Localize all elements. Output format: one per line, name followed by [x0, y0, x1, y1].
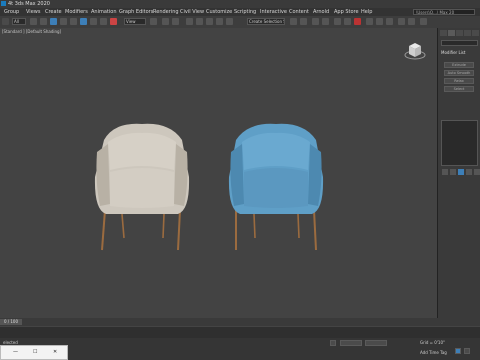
render-production-icon[interactable]	[386, 18, 393, 25]
maximize-icon[interactable]: ☐	[33, 349, 37, 355]
named-selection-dropdown[interactable]: Create Selection Se	[247, 18, 285, 25]
project-path-field[interactable]: \Users\Q...\ Max 20	[413, 9, 475, 15]
lock-selection-icon[interactable]	[330, 340, 336, 346]
rect-region-icon[interactable]	[50, 18, 57, 25]
schematic-view-icon[interactable]	[344, 18, 351, 25]
remove-modifier-icon[interactable]	[466, 169, 472, 175]
undo-icon[interactable]	[2, 18, 9, 25]
window-controls-overlay: — ☐ ✕	[0, 345, 68, 360]
object-name-field[interactable]	[441, 40, 478, 46]
modify-tab-icon[interactable]	[448, 30, 455, 36]
time-slider-bar: 0 / 100	[0, 318, 480, 326]
time-slider[interactable]: 0 / 100	[0, 319, 22, 325]
angle-snap-icon[interactable]	[196, 18, 203, 25]
menu-content[interactable]: Content	[289, 8, 309, 16]
layer-explorer-icon[interactable]	[312, 18, 319, 25]
title-bar: 4t 3ds Max 2020	[0, 0, 480, 8]
status-bar: elected Grid = 0'10" Add Time Tag	[0, 338, 480, 360]
blue-chair[interactable]	[226, 122, 326, 252]
rotate-icon[interactable]	[90, 18, 97, 25]
rendered-frame-window-icon[interactable]	[376, 18, 383, 25]
menu-help[interactable]: Help	[361, 8, 372, 16]
mirror-icon[interactable]	[290, 18, 297, 25]
next-frame-icon[interactable]	[464, 348, 470, 354]
modifier-list-label[interactable]: Modifier List	[441, 50, 465, 55]
material-editor-icon[interactable]	[354, 18, 361, 25]
add-time-tag[interactable]: Add Time Tag	[420, 350, 447, 355]
perspective-viewport[interactable]: [Standard ] [Default Shading]	[0, 28, 437, 318]
make-unique-icon[interactable]	[458, 169, 464, 175]
pivot-icon[interactable]	[150, 18, 157, 25]
scene-explorer-icon[interactable]	[322, 18, 329, 25]
modifier-stack[interactable]	[441, 120, 478, 166]
reference-coordinate-dropdown[interactable]: View	[124, 18, 146, 25]
move-icon[interactable]	[80, 18, 87, 25]
select-move-icon[interactable]	[70, 18, 77, 25]
selection-filter-dropdown[interactable]: All	[12, 18, 26, 25]
y-coordinate-field[interactable]	[365, 340, 387, 346]
show-end-result-icon[interactable]	[450, 169, 456, 175]
keyboard-shortcut-icon[interactable]	[172, 18, 179, 25]
stack-tools	[441, 169, 480, 176]
workspace-icon[interactable]	[420, 18, 427, 25]
command-panel-tabs	[440, 30, 480, 36]
render-in-cloud-icon[interactable]	[408, 18, 415, 25]
play-animation-icon[interactable]	[455, 348, 461, 354]
minimize-icon[interactable]: —	[13, 349, 18, 355]
curve-editor-icon[interactable]	[334, 18, 341, 25]
select-object-icon[interactable]	[30, 18, 37, 25]
percent-snap-icon[interactable]	[206, 18, 213, 25]
menu-customize[interactable]: Customize	[206, 8, 232, 16]
menu-animation[interactable]: Animation	[91, 8, 117, 16]
menu-group[interactable]: Group	[4, 8, 19, 16]
scale-icon[interactable]	[100, 18, 107, 25]
menu-civil-view[interactable]: Civil View	[180, 8, 204, 16]
menu-app-store[interactable]: App Store	[334, 8, 359, 16]
relax-button[interactable]: Relax	[444, 78, 474, 84]
menu-bar: Group Views Create Modifiers Animation G…	[0, 8, 480, 16]
menu-rendering[interactable]: Rendering	[153, 8, 179, 16]
window-crossing-icon[interactable]	[60, 18, 67, 25]
select-by-name-icon[interactable]	[40, 18, 47, 25]
motion-tab-icon[interactable]	[464, 30, 471, 36]
render-cloud-icon[interactable]	[398, 18, 405, 25]
menu-scripting[interactable]: Scripting	[234, 8, 256, 16]
command-panel: Modifier List Extrude Auto Smooth Relax …	[437, 28, 480, 318]
configure-modifier-icon[interactable]	[474, 169, 480, 175]
menu-modifiers[interactable]: Modifiers	[65, 8, 88, 16]
hierarchy-tab-icon[interactable]	[456, 30, 463, 36]
snaps-toggle-icon[interactable]	[186, 18, 193, 25]
viewport-label[interactable]: [Standard ] [Default Shading]	[2, 29, 61, 34]
select-button[interactable]: Select	[444, 86, 474, 92]
render-setup-icon[interactable]	[366, 18, 373, 25]
close-icon[interactable]: ✕	[53, 349, 57, 355]
menu-interactive[interactable]: Interactive	[260, 8, 287, 16]
align-icon[interactable]	[300, 18, 307, 25]
menu-arnold[interactable]: Arnold	[313, 8, 329, 16]
select-manipulate-icon[interactable]	[162, 18, 169, 25]
beige-chair[interactable]	[92, 122, 192, 252]
spinner-snap-icon[interactable]	[216, 18, 223, 25]
display-tab-icon[interactable]	[472, 30, 479, 36]
window-title: 4t 3ds Max 2020	[8, 1, 50, 7]
menu-graph-editors[interactable]: Graph Editors	[119, 8, 153, 16]
app-logo-icon	[1, 1, 6, 6]
placement-icon[interactable]	[110, 18, 117, 25]
pin-stack-icon[interactable]	[442, 169, 448, 175]
viewcube-icon[interactable]	[404, 40, 426, 62]
edit-named-selection-icon[interactable]	[226, 18, 233, 25]
create-tab-icon[interactable]	[440, 30, 447, 36]
extrude-button[interactable]: Extrude	[444, 62, 474, 68]
grid-readout: Grid = 0'10"	[420, 340, 445, 345]
menu-create[interactable]: Create	[45, 8, 62, 16]
auto-smooth-button[interactable]: Auto Smooth	[444, 70, 474, 76]
x-coordinate-field[interactable]	[340, 340, 362, 346]
menu-views[interactable]: Views	[26, 8, 40, 16]
